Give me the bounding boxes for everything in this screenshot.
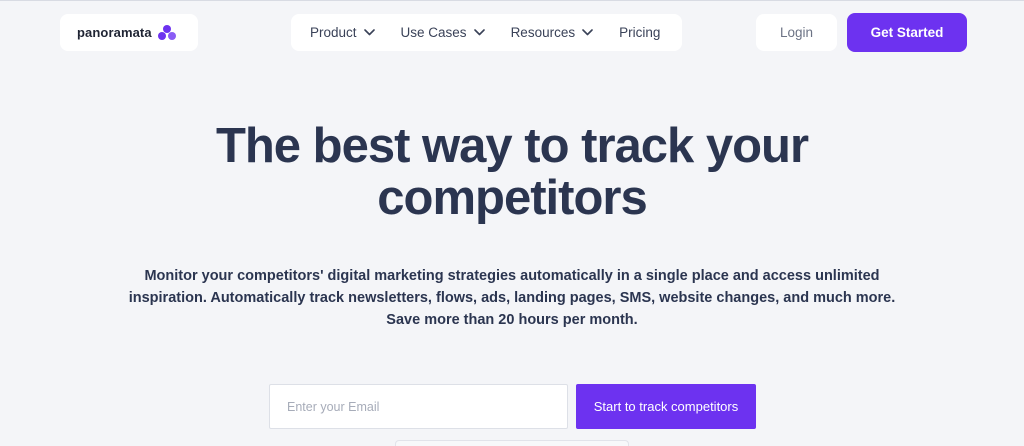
nav-item-label: Use Cases xyxy=(400,25,467,40)
hero-title-line-1: The best way to track your xyxy=(215,119,809,173)
nav-item-use-cases[interactable]: Use Cases xyxy=(401,25,485,40)
chevron-down-icon xyxy=(363,29,375,36)
nav-item-label: Product xyxy=(310,25,357,40)
hero-subtitle: Monitor your competitors' digital market… xyxy=(128,268,896,328)
main-nav: Product Use Cases Resources Pricing xyxy=(291,14,682,51)
three-dots-cluster-icon xyxy=(157,24,176,40)
email-input[interactable] xyxy=(269,384,568,429)
nav-item-label: Pricing xyxy=(619,25,661,40)
get-started-button[interactable]: Get Started xyxy=(847,13,967,52)
nav-item-resources[interactable]: Resources xyxy=(511,25,594,40)
nav-item-pricing[interactable]: Pricing xyxy=(619,25,660,40)
top-border xyxy=(0,0,1024,1)
partial-element-below-fold xyxy=(395,440,629,446)
nav-item-label: Resources xyxy=(510,25,576,40)
logo[interactable]: panoramata xyxy=(60,14,198,51)
brand-name: panoramata xyxy=(77,25,152,40)
login-button[interactable]: Login xyxy=(756,14,837,51)
start-tracking-button[interactable]: Start to track competitors xyxy=(576,384,756,429)
chevron-down-icon xyxy=(582,29,593,36)
hero-title-line-2: competitors xyxy=(377,171,647,225)
hero-title: The best way to track your competitors xyxy=(140,120,884,224)
nav-item-product[interactable]: Product xyxy=(310,25,375,40)
chevron-down-icon xyxy=(473,29,485,36)
